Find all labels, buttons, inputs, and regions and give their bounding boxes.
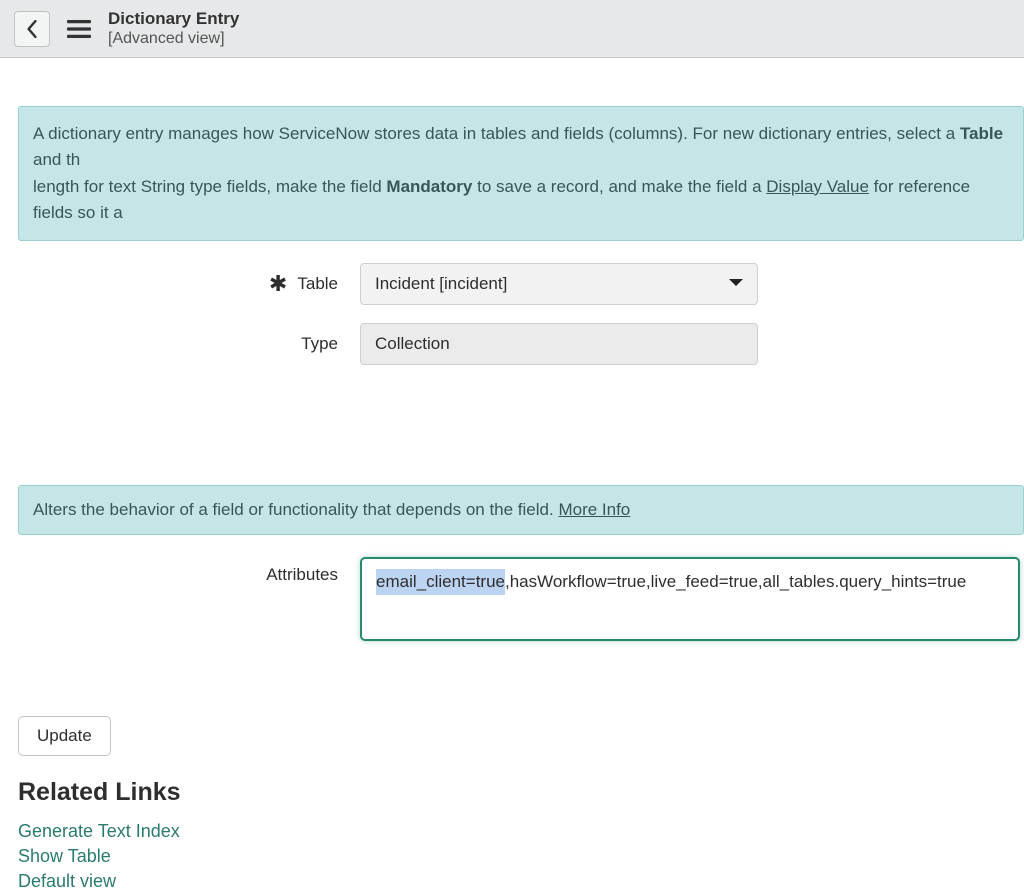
hamburger-icon (67, 19, 91, 39)
header-bar: Dictionary Entry [Advanced view] (0, 0, 1024, 58)
info-banner-dictionary: A dictionary entry manages how ServiceNo… (18, 106, 1024, 241)
table-select[interactable]: Incident [incident] (360, 263, 758, 305)
page-subtitle: [Advanced view] (108, 29, 239, 48)
type-value: Collection (375, 334, 450, 354)
form-row-table: ✱ Table Incident [incident] (0, 263, 1024, 305)
related-links-heading: Related Links (18, 778, 1024, 807)
more-info-link[interactable]: More Info (558, 500, 630, 519)
attributes-label: Attributes (266, 565, 338, 584)
form-row-type: Type Collection (0, 323, 1024, 365)
link-generate-text-index[interactable]: Generate Text Index (18, 821, 180, 842)
chevron-left-icon (25, 20, 39, 38)
table-select-value: Incident [incident] (375, 274, 507, 294)
display-value-link[interactable]: Display Value (766, 177, 869, 196)
header-titles: Dictionary Entry [Advanced view] (108, 9, 239, 49)
banner-text-after-table: and th (33, 150, 80, 169)
mandatory-icon: ✱ (269, 273, 287, 295)
banner-text: A dictionary entry manages how ServiceNo… (33, 124, 960, 143)
banner-table-word: Table (960, 124, 1003, 143)
related-links-list: Generate Text Index Show Table Default v… (18, 821, 1024, 892)
banner-text-mid: to save a record, and make the field a (472, 177, 766, 196)
link-show-table[interactable]: Show Table (18, 846, 111, 867)
link-default-view[interactable]: Default view (18, 871, 116, 892)
form-row-attributes: Attributes (0, 557, 1024, 646)
type-field: Collection (360, 323, 758, 365)
type-label: Type (301, 334, 338, 354)
attributes-textarea[interactable] (360, 557, 1020, 641)
info-banner-attributes: Alters the behavior of a field or functi… (18, 485, 1024, 535)
page-title: Dictionary Entry (108, 9, 239, 29)
update-button[interactable]: Update (18, 716, 111, 756)
menu-button[interactable] (64, 14, 94, 44)
banner-mandatory-word: Mandatory (386, 177, 472, 196)
table-label: Table (297, 274, 338, 294)
attr-banner-text: Alters the behavior of a field or functi… (33, 500, 558, 519)
back-button[interactable] (14, 11, 50, 47)
banner-text-2a: length for text String type fields, make… (33, 177, 386, 196)
